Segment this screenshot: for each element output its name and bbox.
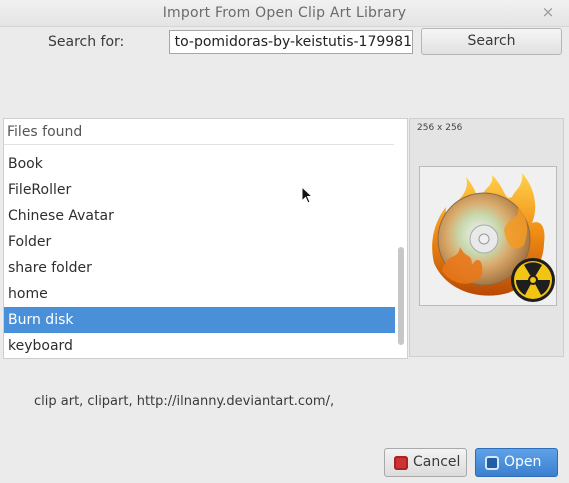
list-item-label: Folder: [8, 234, 52, 250]
clip-description: clip art, clipart, http://ilnanny.devian…: [34, 394, 335, 409]
close-icon[interactable]: ×: [540, 3, 556, 21]
list-item-label: FileRoller: [8, 182, 72, 198]
preview-pane: 256 x 256: [409, 118, 564, 357]
list-item[interactable]: Book: [4, 151, 395, 177]
window-title: Import From Open Clip Art Library: [162, 5, 407, 21]
list-item[interactable]: share folder: [4, 255, 395, 281]
open-icon: [485, 456, 499, 470]
list-item[interactable]: Chinese Avatar: [4, 203, 395, 229]
title-bar: Import From Open Clip Art Library ×: [0, 0, 569, 27]
preview-image: [419, 166, 557, 306]
import-clip-art-dialog: Import From Open Clip Art Library × Sear…: [0, 0, 569, 483]
files-found-header: Files found: [4, 119, 394, 145]
list-item-label: home: [8, 286, 48, 302]
open-button-label: Open: [504, 454, 542, 470]
list-item-selected[interactable]: Burn disk: [4, 307, 395, 333]
cancel-button-label: Cancel: [413, 454, 461, 470]
search-label: Search for:: [48, 34, 125, 50]
list-item[interactable]: FileRoller: [4, 177, 395, 203]
burn-disc-icon: [432, 173, 555, 302]
files-list-body: Book FileRoller Chinese Avatar Folder sh…: [4, 151, 395, 358]
list-item[interactable]: Folder: [4, 229, 395, 255]
preview-size-label: 256 x 256: [417, 123, 463, 133]
list-item[interactable]: keyboard: [4, 333, 395, 358]
list-item-label: Book: [8, 156, 43, 172]
cancel-button[interactable]: Cancel: [384, 448, 467, 477]
search-button[interactable]: Search: [421, 28, 562, 55]
list-item-label: keyboard: [8, 338, 73, 354]
search-input[interactable]: to-pomidoras-by-keistutis-179981: [169, 30, 413, 54]
list-item-label: share folder: [8, 260, 92, 276]
list-item-label: Chinese Avatar: [8, 208, 114, 224]
cancel-icon: [394, 456, 408, 470]
list-item[interactable]: home: [4, 281, 395, 307]
files-found-list[interactable]: Files found Book FileRoller Chinese Avat…: [3, 118, 408, 359]
mouse-pointer-icon: [301, 186, 313, 204]
open-button[interactable]: Open: [475, 448, 558, 477]
list-scrollbar[interactable]: [395, 119, 407, 358]
scrollbar-thumb[interactable]: [398, 247, 404, 345]
list-item-label: Burn disk: [8, 312, 74, 328]
